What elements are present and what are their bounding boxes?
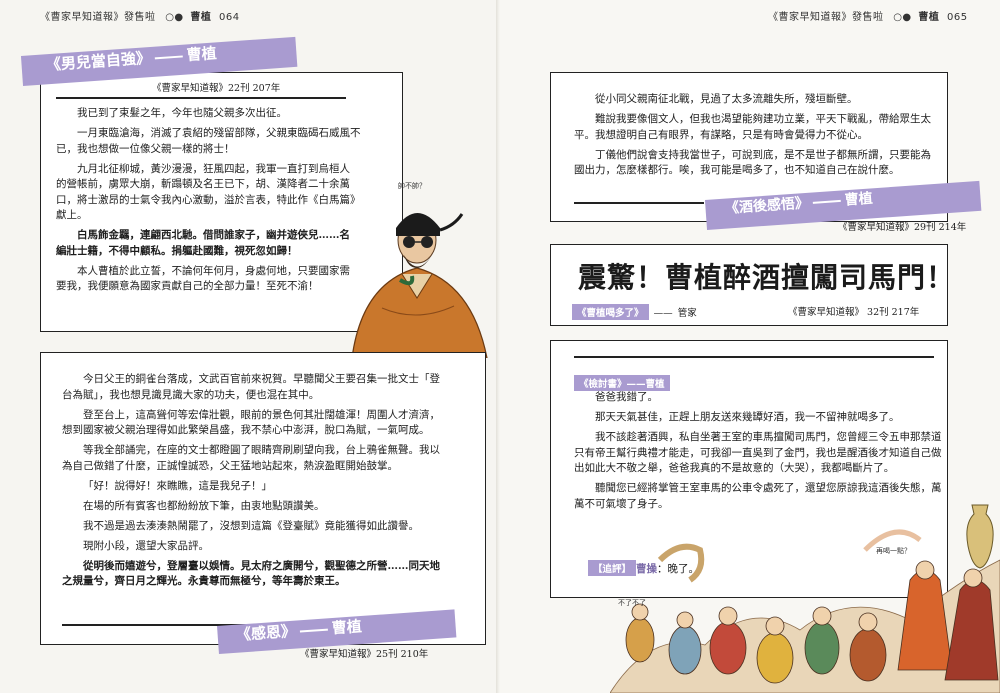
headline-byline: 《曹植喝多了》 —— 管家 xyxy=(572,301,697,320)
paragraph: 難說我要像個文人，但我也渴望能夠建功立業，平天下戰亂，帶給眾生太平。我想證明自己… xyxy=(574,113,931,141)
article-apology-author: 曹植 xyxy=(645,379,665,390)
right-page-header: 《曹家早知道報》發售啦 ○● 曹植 065 xyxy=(768,8,968,23)
paragraph: 聽聞您已經將掌管王室車馬的公車令處死了，還望您原諒我這酒後失態，萬萬不可氣壞了身… xyxy=(574,482,942,510)
page-number: 064 xyxy=(219,12,240,23)
poem-excerpt: 白馬飾金羈，連翩西北馳。借問誰家子，幽并遊俠兒……名編壯士籍，不得中顧私。捐軀赴… xyxy=(56,229,350,257)
paragraph: 在場的所有賓客也都紛紛放下筆，由衷地點頭讚美。 xyxy=(83,499,325,512)
article-drunk-reflection-body: 從小同父親南征北戰，見過了太多流離失所，殘垣斷壁。 難說我要像個文人，但我也渴望… xyxy=(574,92,934,183)
left-page: 《曹家早知道報》發售啦 ○● 曹植 064 《男兒當自強》 曹植 《曹家早知道報》… xyxy=(0,0,500,693)
headline-byline-author: 管家 xyxy=(677,308,697,319)
article-drunk-reflection-author: 曹植 xyxy=(844,190,874,209)
header-mark: ○● xyxy=(165,12,184,23)
article-drunk-reflection-source: 《曹家早知道報》29刊 214年 xyxy=(838,222,967,233)
paragraph: 登至台上，這高聳何等宏偉壯觀，眼前的景色何其壯闊雄渾！周圍人才濟濟，想到國家被父… xyxy=(62,408,440,437)
article-male-body: 我已到了束髮之年，今年也隨父親多次出征。 一月東臨滄海，消滅了袁紹的殘留部隊，父… xyxy=(56,106,378,299)
headline-text: 震驚！曹植醉酒擅闖司馬門！ xyxy=(578,261,956,294)
article-apology-title-row: 《檢討書》——曹植 xyxy=(574,372,670,391)
article-apology-rule xyxy=(574,356,934,358)
paragraph: 我不該趁著酒興，私自坐著王室的車馬擅闖司馬門，您曾經三令五申那禁道只有帝王幫行典… xyxy=(574,431,942,474)
paragraph: 現附小段，還望大家品評。 xyxy=(83,539,209,552)
paragraph: 「好！說得好！來瞧瞧，這是我兒子！」 xyxy=(83,479,272,492)
paragraph: 九月北征柳城，黃沙漫漫，狂風四起，我軍一直打到烏桓人的營帳前，虜眾大崩，斬蹋頓及… xyxy=(56,162,356,222)
article-drunk-reflection-rule xyxy=(574,202,704,204)
article-apology-body: 爸爸我錯了。 那天天氣甚佳，正趕上朋友送來幾罈好酒，我一不留神就喝多了。 我不該… xyxy=(574,390,942,517)
header-publication: 《曹家早知道報》發售啦 xyxy=(768,12,884,23)
paragraph: 爸爸我錯了。 xyxy=(595,391,658,403)
article-male-author: 曹植 xyxy=(186,44,218,65)
right-page: 《曹家早知道報》發售啦 ○● 曹植 065 從小同父親南征北戰，見過了太多流離失… xyxy=(500,0,1000,693)
paragraph: 等我全部誦完，在座的文士都瞪圓了眼睛齊刷刷望向我，台上鴉雀無聲。我以為自己做錯了… xyxy=(62,444,440,472)
paragraph: 丁儀他們說會支持我當世子，可說到底，是不是世子都無所謂，只要能為國出力，怎麼樣都… xyxy=(574,148,931,177)
page-number: 065 xyxy=(947,12,968,23)
left-page-header: 《曹家早知道報》發售啦 ○● 曹植 064 xyxy=(40,8,240,23)
paragraph: 那天天氣甚佳，正趕上朋友送來幾罈好酒，我一不留神就喝多了。 xyxy=(595,411,900,423)
header-section: 曹植 xyxy=(190,12,212,23)
poem-excerpt: 從明後而嬉遊兮，登層臺以娛情。見太府之廣開兮，觀聖德之所營……同天地之規量兮，齊… xyxy=(62,559,440,588)
banquet-illustration xyxy=(610,529,1000,693)
article-gratitude-author: 曹植 xyxy=(331,617,363,638)
handwritten-note-more: 再喝一點？ xyxy=(876,547,911,555)
paragraph: 本人曹植於此立誓，不論何年何月，身處何地，只要國家需要我，我便願意為國家貢獻自己… xyxy=(56,264,350,293)
paragraph: 一月東臨滄海，消滅了袁紹的殘留部隊，父親東臨碣石威風不已，我也想做一位像父親一樣… xyxy=(56,127,361,155)
paragraph: 我不過是過去湊湊熱鬧罷了，沒想到這篇《登臺賦》竟能獲得如此讚譽。 xyxy=(83,519,419,532)
article-gratitude-source: 《曹家早知道報》25刊 210年 xyxy=(300,649,429,660)
paragraph: 我已到了束髮之年，今年也隨父親多次出征。 xyxy=(77,107,287,119)
article-male-source: 《曹家早知道報》22刊 207年 xyxy=(152,83,281,94)
cao-zhi-illustration xyxy=(351,213,488,358)
handwritten-note: 帥不帥？ xyxy=(398,182,426,190)
article-apology-title: 《檢討書》 xyxy=(579,379,627,390)
vase-illustration xyxy=(966,504,994,569)
article-male-rule xyxy=(56,97,346,99)
article-apology-tag: 《檢討書》——曹植 xyxy=(574,375,670,391)
article-gratitude-body: 今日父王的銅雀台落成，文武百官前來祝賀。早聽聞父王要召集一批文士「登台為賦」，我… xyxy=(62,372,440,594)
header-publication: 《曹家早知道報》發售啦 xyxy=(40,12,156,23)
handwritten-note-no: 不了不了 xyxy=(618,599,646,607)
paragraph: 從小同父親南征北戰，見過了太多流離失所，殘垣斷壁。 xyxy=(595,93,858,105)
header-mark: ○● xyxy=(893,12,912,23)
headline-byline-tag: 《曹植喝多了》 xyxy=(572,304,649,320)
header-section: 曹植 xyxy=(918,12,940,23)
paragraph: 今日父王的銅雀台落成，文武百官前來祝賀。早聽聞父王要召集一批文士「登台為賦」，我… xyxy=(62,373,440,401)
article-gratitude-title: 《感恩》 xyxy=(235,621,297,644)
headline-source: 《曹家早知道報》 32刊 217年 xyxy=(788,307,920,318)
headline-byline-sep: —— xyxy=(653,308,673,319)
